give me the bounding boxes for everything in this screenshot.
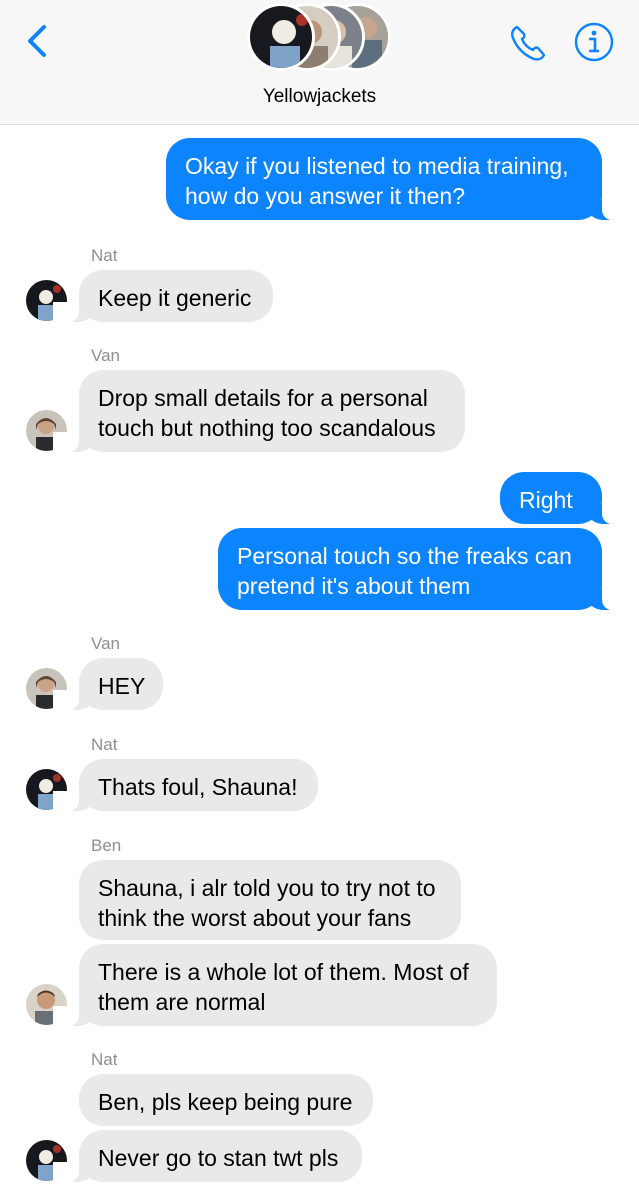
chevron-left-icon bbox=[28, 25, 46, 57]
call-button[interactable] bbox=[507, 22, 549, 64]
sender-name: Nat bbox=[91, 246, 118, 265]
message-bubble-outgoing[interactable]: Right bbox=[500, 472, 628, 524]
message-bubble-incoming[interactable]: There is a whole lot of them. Most of th… bbox=[53, 944, 497, 1026]
group-avatar-stack[interactable] bbox=[247, 3, 397, 75]
sender-name: Van bbox=[91, 634, 120, 653]
message-bubble-incoming[interactable]: Shauna, i alr told you to try not to thi… bbox=[79, 860, 461, 940]
message-bubble-incoming[interactable]: HEY bbox=[53, 658, 163, 710]
message-bubble-incoming[interactable]: Thats foul, Shauna! bbox=[53, 759, 318, 811]
sender-name: Nat bbox=[91, 735, 118, 754]
info-icon bbox=[574, 22, 614, 62]
message-bubble-outgoing[interactable]: Okay if you listened to media training, … bbox=[166, 138, 628, 220]
back-button[interactable] bbox=[22, 22, 52, 62]
phone-icon bbox=[511, 25, 546, 61]
message-bubble-incoming[interactable]: Ben, pls keep being pure bbox=[79, 1074, 373, 1126]
message-bubble-outgoing[interactable]: Personal touch so the freaks can pretend… bbox=[218, 528, 628, 610]
sender-name: Van bbox=[91, 346, 120, 365]
group-title[interactable]: Yellowjackets bbox=[0, 86, 639, 108]
conversation-header: Yellowjackets bbox=[0, 0, 639, 125]
message-bubble-incoming[interactable]: Never go to stan twt pls bbox=[53, 1130, 362, 1182]
message-bubble-incoming[interactable]: Keep it generic bbox=[53, 270, 273, 322]
info-button[interactable] bbox=[574, 22, 614, 62]
message-bubble-incoming[interactable]: Drop small details for a personal touch … bbox=[53, 370, 465, 452]
sender-name: Nat bbox=[91, 1050, 118, 1069]
sender-name: Ben bbox=[91, 836, 122, 855]
group-member-avatar bbox=[247, 3, 315, 71]
